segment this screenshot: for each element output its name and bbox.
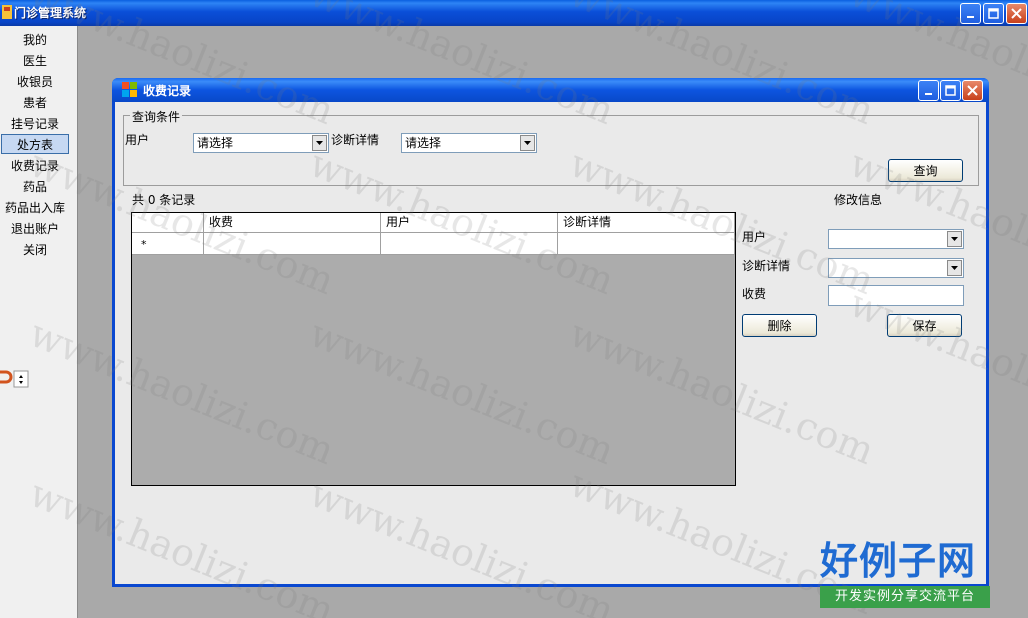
save-button[interactable]: 保存	[887, 314, 962, 337]
sidebar-item-charge-records[interactable]: 收费记录	[0, 156, 70, 176]
child-close-button[interactable]	[962, 80, 983, 101]
chevron-down-icon[interactable]	[947, 260, 962, 276]
edit-title: 修改信息	[834, 193, 883, 207]
close-button[interactable]	[1006, 3, 1027, 24]
child-maximize-button[interactable]	[940, 80, 961, 101]
brand-logo: 好例子网	[820, 539, 977, 583]
minimize-icon	[967, 16, 974, 18]
records-grid[interactable]: 收费 用户 诊断详情 *	[131, 212, 736, 486]
minimize-button[interactable]	[960, 3, 981, 24]
query-diag-value: 请选择	[405, 136, 442, 150]
edit-fee-label: 收费	[742, 287, 767, 301]
minimize-icon	[925, 93, 932, 95]
edit-user-select[interactable]	[828, 229, 964, 249]
form-icon	[122, 82, 137, 97]
close-icon	[1011, 8, 1022, 19]
sidebar-item-mine[interactable]: 我的	[0, 30, 70, 50]
main-window-title: 门诊管理系统	[14, 6, 87, 20]
chevron-down-icon[interactable]	[312, 135, 327, 151]
sidebar-item-close[interactable]: 关闭	[0, 240, 70, 260]
edit-fee-input[interactable]	[828, 285, 964, 306]
maximize-icon	[945, 85, 956, 96]
grid-header: 收费 用户 诊断详情	[132, 213, 735, 233]
edit-user-label: 用户	[742, 230, 767, 244]
query-diag-select[interactable]: 请选择	[401, 133, 537, 153]
brand-tagline: 开发实例分享交流平台	[820, 586, 990, 608]
mini-spinner-icon[interactable]	[0, 369, 30, 389]
child-window-title: 收费记录	[143, 84, 192, 98]
new-row-marker: *	[132, 233, 204, 254]
query-user-value: 请选择	[197, 136, 234, 150]
table-row[interactable]: *	[132, 233, 735, 255]
record-count: 共 0 条记录	[132, 193, 196, 207]
table-cell[interactable]	[381, 233, 558, 254]
query-user-select[interactable]: 请选择	[193, 133, 329, 153]
chevron-down-icon[interactable]	[520, 135, 535, 151]
table-cell[interactable]	[204, 233, 381, 254]
grid-corner[interactable]	[132, 213, 204, 232]
query-user-label: 用户	[125, 133, 150, 147]
sidebar-item-cashier[interactable]: 收银员	[0, 72, 70, 92]
child-title-bar[interactable]: 收费记录	[112, 78, 989, 102]
column-header-diagnosis[interactable]: 诊断详情	[558, 213, 735, 232]
charge-records-window: 收费记录 查询条件 用户 请选择 诊断详情 请选择 查询 共 0 条记录 收费 …	[112, 78, 989, 587]
child-client-area: 查询条件 用户 请选择 诊断详情 请选择 查询 共 0 条记录 收费 用户 诊断…	[115, 102, 986, 584]
delete-button[interactable]: 删除	[742, 314, 817, 337]
query-diag-label: 诊断详情	[331, 133, 380, 147]
child-minimize-button[interactable]	[918, 80, 939, 101]
query-button[interactable]: 查询	[888, 159, 963, 182]
column-header-user[interactable]: 用户	[381, 213, 558, 232]
query-group-title: 查询条件	[130, 108, 183, 125]
sidebar-menu: 我的 医生 收银员 患者 挂号记录 处方表 收费记录 药品 药品出入库 退出账户…	[0, 26, 78, 618]
query-groupbox: 查询条件 用户 请选择 诊断详情 请选择 查询	[123, 108, 979, 186]
sidebar-item-logout[interactable]: 退出账户	[0, 219, 70, 239]
sidebar-item-prescription[interactable]: 处方表	[1, 134, 69, 154]
sidebar-item-patient[interactable]: 患者	[0, 93, 70, 113]
sidebar-item-medicine-stock[interactable]: 药品出入库	[0, 198, 70, 218]
table-cell[interactable]	[558, 233, 735, 254]
app-icon	[2, 5, 12, 19]
column-header-fee[interactable]: 收费	[204, 213, 381, 232]
sidebar-item-doctor[interactable]: 医生	[0, 51, 70, 71]
main-title-bar[interactable]: 门诊管理系统	[0, 0, 1028, 26]
sidebar-item-registration[interactable]: 挂号记录	[0, 114, 70, 134]
sidebar-item-medicine[interactable]: 药品	[0, 177, 70, 197]
edit-diag-label: 诊断详情	[742, 259, 791, 273]
close-icon	[967, 85, 978, 96]
chevron-down-icon[interactable]	[947, 231, 962, 247]
maximize-button[interactable]	[983, 3, 1004, 24]
edit-diag-select[interactable]	[828, 258, 964, 278]
maximize-icon	[988, 8, 999, 19]
